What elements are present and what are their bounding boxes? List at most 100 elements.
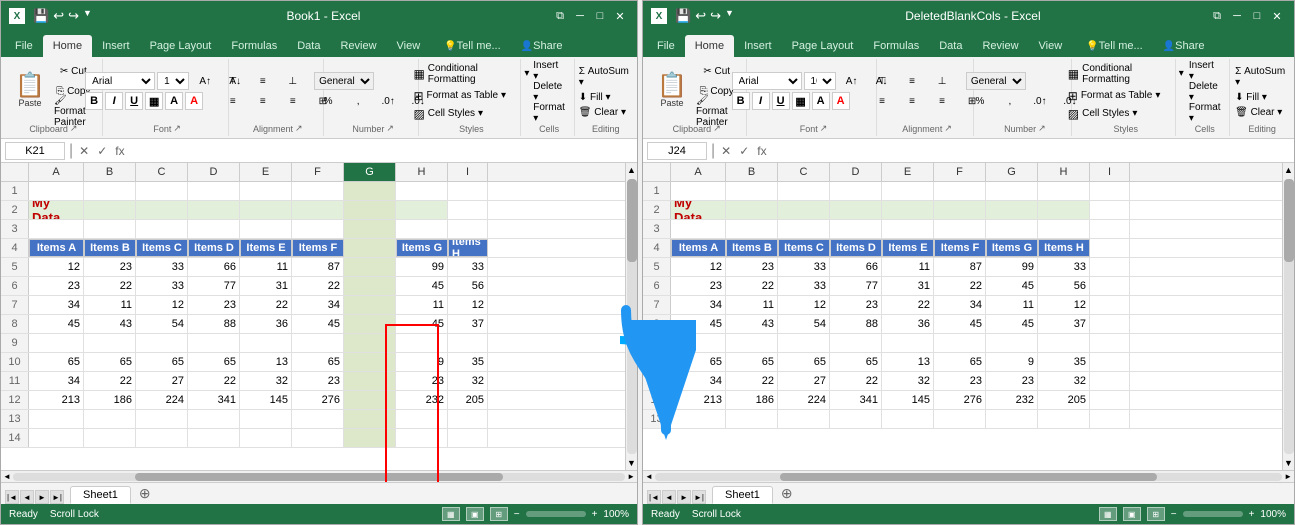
cell-right[interactable] (882, 182, 934, 200)
cell-left[interactable] (188, 182, 240, 200)
cell-left[interactable]: 34 (29, 372, 84, 390)
cell-right[interactable] (830, 201, 882, 219)
increase-dec-btn-right[interactable]: .0↑ (1026, 92, 1054, 110)
cell-right[interactable] (1090, 201, 1130, 219)
cell-left[interactable] (344, 201, 396, 219)
increase-font-btn-left[interactable]: A↑ (191, 72, 219, 90)
more-icon-left[interactable]: ▼ (83, 8, 92, 24)
cell-left[interactable]: 12 (136, 296, 188, 314)
cell-right[interactable] (726, 182, 778, 200)
format-table-btn-left[interactable]: ⊞ Format as Table ▾ (411, 88, 531, 104)
tab-review-left[interactable]: Review (330, 35, 386, 57)
cell-right[interactable] (986, 334, 1038, 352)
cell-left[interactable] (84, 334, 136, 352)
col-header-D-right[interactable]: D (830, 163, 882, 181)
cell-right[interactable]: 99 (986, 258, 1038, 276)
align-right-btn-right[interactable]: ≡ (928, 92, 956, 110)
cell-right[interactable]: 22 (726, 277, 778, 295)
cell-right[interactable]: 22 (934, 277, 986, 295)
cell-left[interactable]: 33 (136, 258, 188, 276)
align-center-btn-right[interactable]: ≡ (898, 92, 926, 110)
col-header-E-right[interactable]: E (882, 163, 934, 181)
cell-right[interactable]: 12 (1038, 296, 1090, 314)
cell-left[interactable] (84, 220, 136, 238)
cell-left[interactable] (344, 410, 396, 428)
format-table-btn-right[interactable]: ⊞ Format as Table ▾ (1066, 88, 1186, 104)
cell-right[interactable] (934, 201, 986, 219)
cell-right[interactable]: 9 (986, 353, 1038, 371)
cell-right[interactable] (1090, 220, 1130, 238)
cell-styles-btn-left[interactable]: ▨ Cell Styles ▾ (411, 106, 531, 122)
cell-left[interactable]: 22 (292, 277, 344, 295)
col-header-B-right[interactable]: B (726, 163, 778, 181)
cell-right[interactable]: 34 (671, 372, 726, 390)
underline-btn-right[interactable]: U (772, 92, 790, 110)
font-color-btn-right[interactable]: A (832, 92, 850, 110)
cell-right[interactable] (1038, 182, 1090, 200)
header-cell-right[interactable]: Items C (778, 239, 830, 257)
col-header-I-right[interactable]: I (1090, 163, 1130, 181)
cell-right[interactable]: 77 (830, 277, 882, 295)
align-left-btn-right[interactable]: ≡ (868, 92, 896, 110)
header-cell-right[interactable]: Items A (671, 239, 726, 257)
cell-left[interactable] (240, 334, 292, 352)
col-header-C-right[interactable]: C (778, 163, 830, 181)
cell-left[interactable] (136, 410, 188, 428)
cell-left[interactable]: 23 (292, 372, 344, 390)
cell-left[interactable]: 99 (396, 258, 448, 276)
cancel-formula-icon-right[interactable]: ✕ (719, 144, 733, 158)
increase-font-btn-right[interactable]: A↑ (838, 72, 866, 90)
cell-left[interactable] (240, 220, 292, 238)
scroll-left-btn-left[interactable]: ◄ (3, 472, 11, 481)
align-bottom-btn-left[interactable]: ⊥ (279, 72, 307, 90)
cell-left[interactable] (344, 315, 396, 333)
cell-left[interactable] (292, 220, 344, 238)
header-cell-right[interactable]: Items G (986, 239, 1038, 257)
cell-right[interactable] (778, 220, 830, 238)
cell-right[interactable]: 88 (830, 315, 882, 333)
cell-left[interactable]: 54 (136, 315, 188, 333)
autosum-btn-left[interactable]: Σ AutoSum ▾ (576, 65, 636, 89)
comma-btn-left[interactable]: , (344, 92, 372, 110)
cell-right[interactable]: 276 (934, 391, 986, 409)
cell-right[interactable]: 213 (671, 391, 726, 409)
cell-right[interactable]: 87 (934, 258, 986, 276)
enter-formula-icon-left[interactable]: ✓ (95, 144, 109, 158)
cell-left[interactable] (344, 429, 396, 447)
cell-left[interactable]: 12 (448, 296, 488, 314)
cell-left[interactable]: 13 (240, 353, 292, 371)
plus-zoom-btn-right[interactable]: + (1249, 509, 1255, 520)
cell-left[interactable] (136, 429, 188, 447)
tab-scroll-last-left[interactable]: ►| (50, 490, 64, 504)
cell-right[interactable] (1038, 201, 1090, 219)
header-cell-right[interactable]: Items H (1038, 239, 1090, 257)
cell-left[interactable]: 45 (29, 315, 84, 333)
cell-right[interactable] (726, 220, 778, 238)
cell-right[interactable] (986, 201, 1038, 219)
cell-left[interactable]: 77 (188, 277, 240, 295)
cell-right[interactable] (986, 410, 1038, 428)
cell-left[interactable] (448, 429, 488, 447)
cell-left[interactable] (188, 410, 240, 428)
tab-scroll-prev-right[interactable]: ◄ (662, 490, 676, 504)
plus-zoom-btn-left[interactable]: + (592, 509, 598, 520)
cell-right[interactable] (1090, 182, 1130, 200)
cell-left[interactable]: 37 (448, 315, 488, 333)
cell-right[interactable]: 145 (882, 391, 934, 409)
insert-cells-btn-right[interactable]: Insert ▾ (1186, 62, 1224, 80)
cell-left[interactable] (188, 220, 240, 238)
cell-right[interactable] (934, 220, 986, 238)
col-header-D-left[interactable]: D (188, 163, 240, 181)
cell-right[interactable]: 33 (1038, 258, 1090, 276)
cell-left[interactable] (29, 334, 84, 352)
align-left-btn-left[interactable]: ≡ (219, 92, 247, 110)
tab-scroll-prev-left[interactable]: ◄ (20, 490, 34, 504)
cell-right[interactable]: 232 (986, 391, 1038, 409)
fill-btn2-right[interactable]: ⬇ Fill ▾ (1232, 91, 1270, 104)
cell-right[interactable] (1090, 410, 1130, 428)
cell-left[interactable] (136, 334, 188, 352)
tab-insert-left[interactable]: Insert (92, 35, 140, 57)
tab-share-right[interactable]: 👤 Share (1153, 35, 1215, 57)
cell-right[interactable]: 22 (830, 372, 882, 390)
col-header-G-right[interactable]: G (986, 163, 1038, 181)
